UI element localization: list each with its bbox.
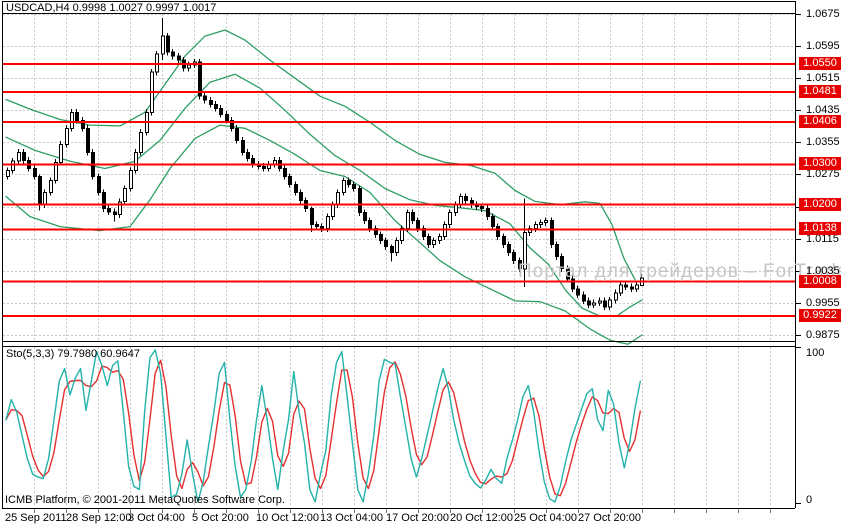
symbol-ohlc-title: USDCAD,H4 0.9998 1.0027 0.9997 1.0017 — [6, 2, 217, 14]
time-tick-label: 25 Sep 2011 — [5, 512, 67, 524]
price-tick-label: 1.0675 — [806, 8, 840, 20]
price-level-badge: 1.0138 — [799, 222, 841, 235]
time-tick-label: 10 Oct 12:00 — [256, 512, 319, 524]
chart-window: Портал для трейдеров – ForTrader 1.0675 1… — [0, 0, 841, 528]
stochastic-signal-line — [5, 359, 641, 497]
stochastic-axis-min: 0 — [806, 494, 813, 506]
price-level-badge: 1.0300 — [799, 157, 841, 170]
watermark-text: Портал для трейдеров – ForTrader — [518, 261, 841, 282]
stochastic-axis-max: 100 — [806, 347, 825, 359]
price-level-badge: 1.0481 — [799, 85, 841, 98]
time-tick-label: 27 Oct 20:00 — [578, 512, 641, 524]
time-tick-label: 3 Oct 04:00 — [128, 512, 185, 524]
stochastic-main-line — [5, 349, 641, 503]
price-level-badge: 1.0200 — [799, 198, 841, 211]
price-tick-label: 0.9955 — [806, 297, 840, 309]
time-tick-label: 5 Oct 20:00 — [192, 512, 249, 524]
time-tick-label: 17 Oct 20:00 — [386, 512, 449, 524]
price-tick-label: 1.0355 — [806, 136, 840, 148]
time-tick-label: 20 Oct 12:00 — [450, 512, 513, 524]
platform-copyright: ICMB Platform, © 2001-2011 MetaQuotes So… — [5, 494, 285, 506]
time-tick-label: 25 Oct 04:00 — [514, 512, 577, 524]
price-level-badge: 1.0406 — [799, 115, 841, 128]
time-tick-label: 28 Sep 12:00 — [66, 512, 132, 524]
bollinger-upper-band — [5, 29, 636, 281]
price-level-badge: 1.0550 — [799, 57, 841, 70]
time-tick-label: 13 Oct 04:00 — [320, 512, 383, 524]
stochastic-indicator-label: Sto(5,3,3) 79.7980 60.9647 — [6, 348, 140, 360]
price-tick-label: 1.0515 — [806, 72, 840, 84]
price-tick-label: 0.9875 — [806, 329, 840, 341]
price-level-badge: 0.9922 — [799, 309, 841, 322]
price-level-badge: 1.0008 — [799, 275, 841, 288]
price-tick-label: 1.0595 — [806, 40, 840, 52]
